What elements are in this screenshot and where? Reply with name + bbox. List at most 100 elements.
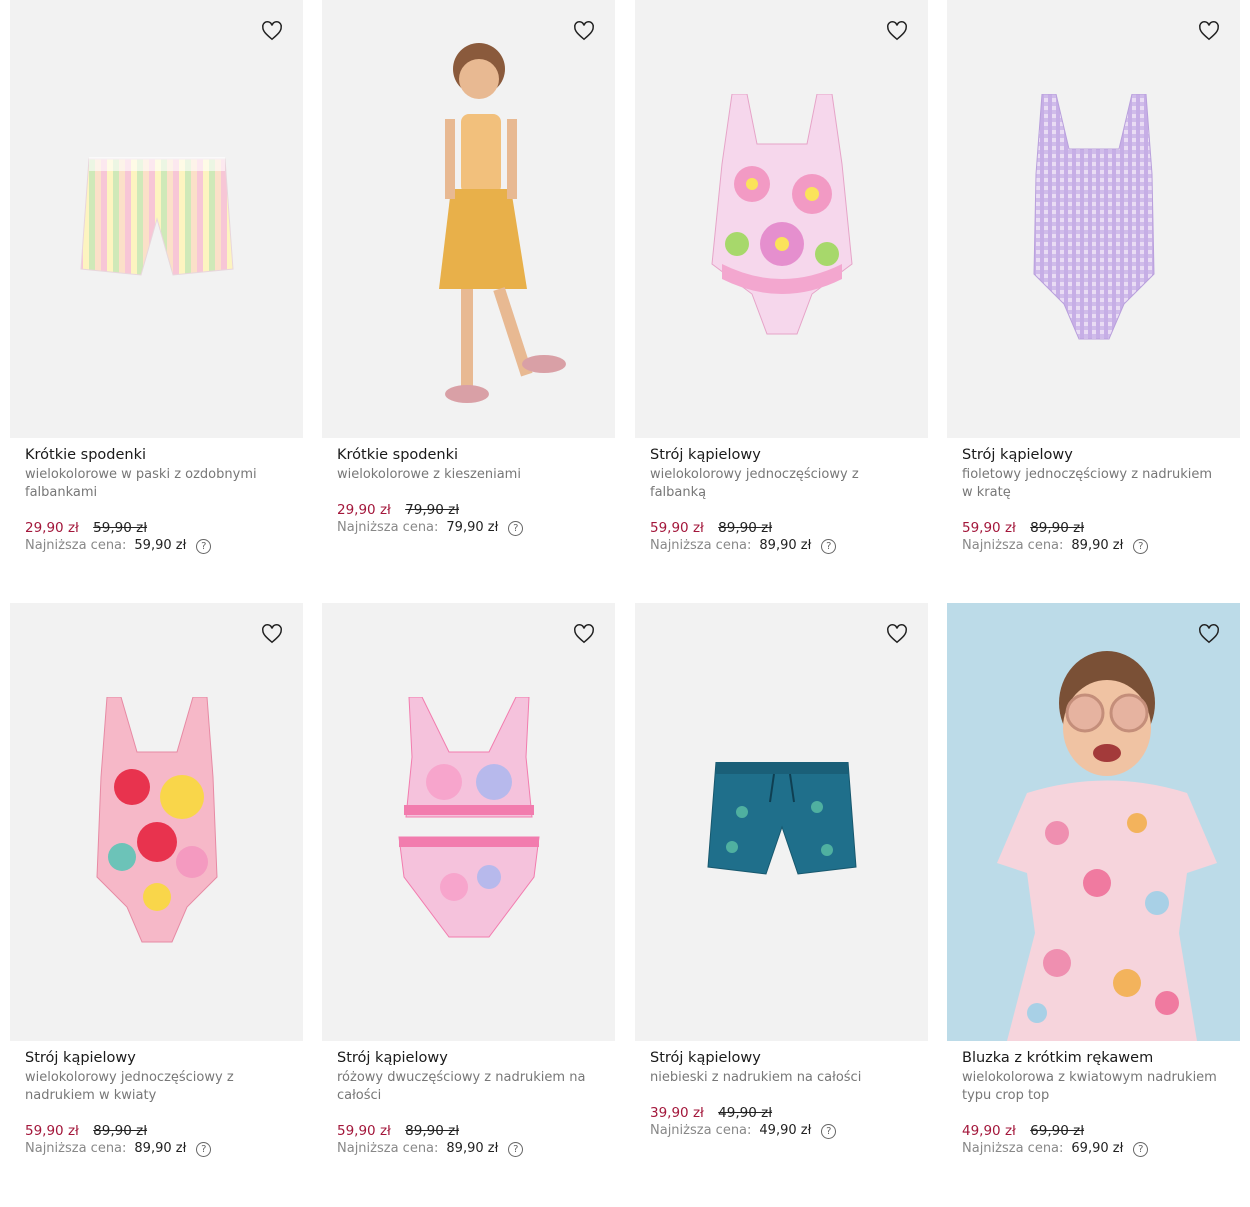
- product-title[interactable]: Krótkie spodenki: [25, 446, 288, 464]
- product-image[interactable]: [322, 0, 615, 438]
- product-description: wielokolorowa z kwiatowym nadrukiem typu…: [962, 1070, 1217, 1103]
- product-description: fioletowy jednoczęściowy z nadrukiem w k…: [962, 467, 1213, 500]
- sale-price: 59,90 zł: [650, 520, 704, 536]
- swim-shorts-icon: [706, 762, 857, 875]
- lowest-price-label: Najniższa cena:: [337, 520, 439, 535]
- heart-icon[interactable]: [886, 20, 908, 42]
- lowest-price-row: Najniższa cena: 89,90 zł ?: [25, 1140, 288, 1158]
- help-icon[interactable]: ?: [196, 538, 212, 554]
- old-price: 59,90 zł: [93, 520, 148, 536]
- lowest-price-row: Najniższa cena: 49,90 zł ?: [650, 1122, 913, 1140]
- product-card[interactable]: Bluzka z krótkim rękawem wielokolorowa z…: [947, 603, 1240, 1158]
- help-icon[interactable]: ?: [196, 1141, 212, 1157]
- heart-icon[interactable]: [261, 20, 283, 42]
- product-description: wielokolorowe z kieszeniami: [337, 467, 521, 482]
- old-price: 69,90 zł: [1030, 1123, 1085, 1139]
- lowest-price-row: Najniższa cena: 79,90 zł ?: [337, 519, 600, 537]
- product-card[interactable]: Strój kąpielowy fioletowy jednoczęściowy…: [947, 0, 1240, 555]
- product-title[interactable]: Bluzka z krótkim rękawem: [962, 1049, 1225, 1067]
- price-row: 59,90 zł 89,90 zł: [650, 520, 913, 537]
- heart-icon[interactable]: [886, 623, 908, 645]
- old-price: 89,90 zł: [405, 1123, 460, 1139]
- lowest-price-value: 79,90 zł: [446, 520, 499, 535]
- price-row: 59,90 zł 89,90 zł: [337, 1123, 600, 1140]
- help-icon[interactable]: ?: [1133, 1141, 1149, 1157]
- product-description: wielokolorowy jednoczęściowy z falbanką: [650, 467, 859, 500]
- price-row: 49,90 zł 69,90 zł: [962, 1123, 1225, 1140]
- product-card[interactable]: Krótkie spodenki wielokolorowe z kieszen…: [322, 0, 615, 537]
- product-description: wielokolorowy jednoczęściowy z nadrukiem…: [25, 1070, 234, 1103]
- product-image[interactable]: [322, 603, 615, 1041]
- product-title[interactable]: Strój kąpielowy: [337, 1049, 600, 1067]
- product-card[interactable]: Strój kąpielowy niebieski z nadrukiem na…: [635, 603, 928, 1140]
- product-image[interactable]: [635, 0, 928, 438]
- lowest-price-row: Najniższa cena: 89,90 zł ?: [337, 1140, 600, 1158]
- lowest-price-label: Najniższa cena:: [25, 1141, 127, 1156]
- sale-price: 49,90 zł: [962, 1123, 1016, 1139]
- lowest-price-row: Najniższa cena: 69,90 zł ?: [962, 1140, 1225, 1158]
- product-title[interactable]: Strój kąpielowy: [650, 1049, 913, 1067]
- girl-sunglasses-icon: [997, 651, 1217, 1041]
- lowest-price-label: Najniższa cena:: [650, 538, 752, 553]
- heart-icon[interactable]: [573, 623, 595, 645]
- product-title[interactable]: Strój kąpielowy: [25, 1049, 288, 1067]
- lowest-price-value: 59,90 zł: [134, 538, 187, 553]
- old-price: 89,90 zł: [718, 520, 773, 536]
- product-title[interactable]: Krótkie spodenki: [337, 446, 600, 464]
- help-icon[interactable]: ?: [508, 520, 524, 536]
- lowest-price-row: Najniższa cena: 89,90 zł ?: [650, 537, 913, 555]
- heart-icon[interactable]: [1198, 623, 1220, 645]
- help-icon[interactable]: ?: [508, 1141, 524, 1157]
- old-price: 79,90 zł: [405, 502, 460, 518]
- floral-swimsuit-icon: [710, 94, 853, 335]
- price-row: 39,90 zł 49,90 zł: [650, 1105, 913, 1122]
- sale-price: 29,90 zł: [25, 520, 79, 536]
- gingham-swimsuit-icon: [1032, 94, 1155, 340]
- product-card[interactable]: Strój kąpielowy różowy dwuczęściowy z na…: [322, 603, 615, 1158]
- lowest-price-value: 89,90 zł: [759, 538, 812, 553]
- product-image[interactable]: [947, 603, 1240, 1041]
- product-image[interactable]: [947, 0, 1240, 438]
- sale-price: 59,90 zł: [962, 520, 1016, 536]
- lowest-price-value: 49,90 zł: [759, 1123, 812, 1138]
- lowest-price-label: Najniższa cena:: [962, 1141, 1064, 1156]
- lowest-price-label: Najniższa cena:: [337, 1141, 439, 1156]
- heart-icon[interactable]: [573, 20, 595, 42]
- sale-price: 29,90 zł: [337, 502, 391, 518]
- lowest-price-value: 89,90 zł: [446, 1141, 499, 1156]
- product-title[interactable]: Strój kąpielowy: [962, 446, 1225, 464]
- price-row: 29,90 zł 79,90 zł: [337, 502, 600, 519]
- old-price: 89,90 zł: [1030, 520, 1085, 536]
- old-price: 89,90 zł: [93, 1123, 148, 1139]
- product-description: wielokolorowe w paski z ozdobnymi falban…: [25, 467, 257, 500]
- flower-swimsuit-icon: [95, 697, 218, 943]
- help-icon[interactable]: ?: [1133, 538, 1149, 554]
- product-card[interactable]: Strój kąpielowy wielokolorowy jednoczęśc…: [10, 603, 303, 1158]
- price-row: 59,90 zł 89,90 zł: [25, 1123, 288, 1140]
- product-title[interactable]: Strój kąpielowy: [650, 446, 913, 464]
- striped-shorts-icon: [79, 157, 234, 276]
- help-icon[interactable]: ?: [821, 1123, 837, 1139]
- price-row: 59,90 zł 89,90 zł: [962, 520, 1225, 537]
- product-description: niebieski z nadrukiem na całości: [650, 1070, 862, 1085]
- lowest-price-label: Najniższa cena:: [25, 538, 127, 553]
- lowest-price-row: Najniższa cena: 89,90 zł ?: [962, 537, 1225, 555]
- help-icon[interactable]: ?: [821, 538, 837, 554]
- lowest-price-label: Najniższa cena:: [962, 538, 1064, 553]
- sale-price: 39,90 zł: [650, 1105, 704, 1121]
- price-row: 29,90 zł 59,90 zł: [25, 520, 288, 537]
- lowest-price-label: Najniższa cena:: [650, 1123, 752, 1138]
- product-image[interactable]: [10, 603, 303, 1041]
- product-card[interactable]: Strój kąpielowy wielokolorowy jednoczęśc…: [635, 0, 928, 555]
- girl-model-icon: [438, 43, 566, 403]
- bikini-icon: [397, 697, 540, 938]
- product-card[interactable]: Krótkie spodenki wielokolorowe w paski z…: [10, 0, 303, 555]
- lowest-price-value: 89,90 zł: [1071, 538, 1124, 553]
- heart-icon[interactable]: [1198, 20, 1220, 42]
- old-price: 49,90 zł: [718, 1105, 773, 1121]
- product-image[interactable]: [635, 603, 928, 1041]
- lowest-price-row: Najniższa cena: 59,90 zł ?: [25, 537, 288, 555]
- lowest-price-value: 89,90 zł: [134, 1141, 187, 1156]
- heart-icon[interactable]: [261, 623, 283, 645]
- product-image[interactable]: [10, 0, 303, 438]
